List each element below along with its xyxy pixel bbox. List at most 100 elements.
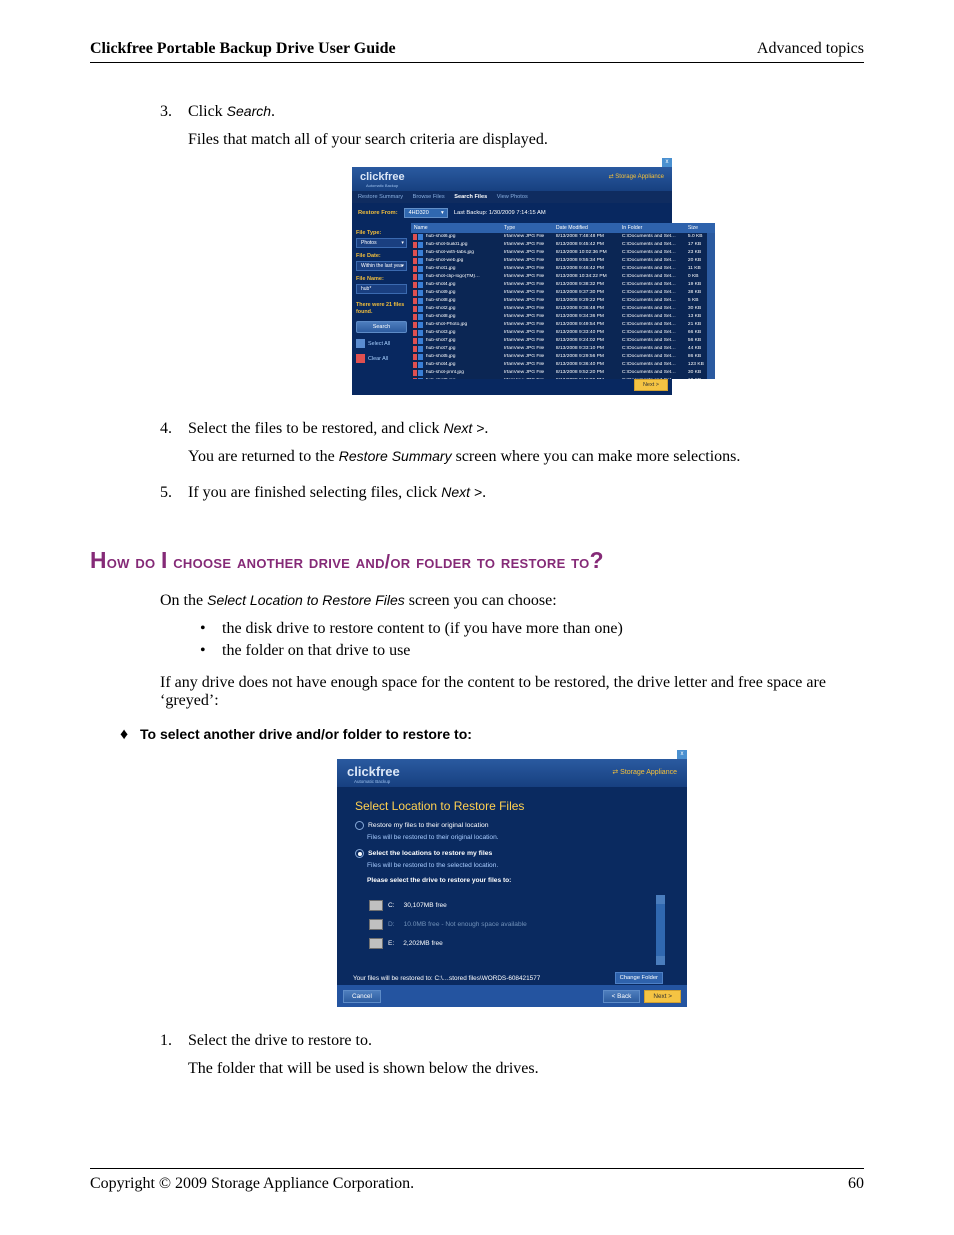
search-sidebar: File Type: Photos File Date: Within the … [352,223,411,385]
step-5: If you are finished selecting files, cli… [160,484,864,502]
table-row[interactable]: hub-shot-build1.jpgIrfanView JPG File8/1… [411,241,707,249]
step1b-para: The folder that will be used is shown be… [188,1060,864,1078]
table-row[interactable]: hub-shot4.jpgIrfanView JPG File8/13/2008… [411,281,707,289]
select-location-term: Select Location to Restore Files [207,592,405,608]
back-button[interactable]: < Back [603,990,641,1003]
header-type[interactable]: Type [501,223,553,233]
step3-text-b: . [271,103,275,120]
step-3: Click Search. Files that match all of yo… [160,103,864,149]
please-select: Please select the drive to restore your … [337,875,687,890]
step4-term: Next > [443,420,484,436]
table-row[interactable]: hub-shot-with-tabs.jpgIrfanView JPG File… [411,249,707,257]
header-title: Clickfree Portable Backup Drive User Gui… [90,40,396,58]
checkbox-icon [356,339,365,348]
file-type-label: File Type: [356,230,407,236]
step-4: Select the files to be restored, and cli… [160,420,864,466]
screenshot-select-location: x clickfree Automatic Backup ⇄ Storage A… [337,759,687,1007]
page-header: Clickfree Portable Backup Drive User Gui… [90,40,864,63]
header-size[interactable]: Size [685,223,715,233]
header-section: Advanced topics [757,40,864,58]
step5-text-b: . [482,484,486,501]
header-folder[interactable]: In Folder [619,223,685,233]
desc-original: Files will be restored to their original… [337,832,687,847]
table-row[interactable]: hub-shot2.jpgIrfanView JPG File8/13/2008… [411,305,707,313]
drive-row[interactable]: C:30,107MB free [367,896,656,915]
drive-icon [369,938,383,949]
radio-icon [355,849,364,858]
header-name[interactable]: Name [411,223,501,233]
last-backup-label: Last Backup: 1/30/2009 7:14:15 AM [454,210,546,216]
copyright: Copyright © 2009 Storage Appliance Corpo… [90,1175,414,1193]
storage-logo: ⇄ Storage Appliance [612,768,677,776]
step4-text-a: Select the files to be restored, and cli… [188,420,443,437]
drive-list[interactable]: C:30,107MB freeD:10.0MB free - Not enoug… [367,896,665,964]
step3-term: Search [227,103,271,119]
bullet-drive: the disk drive to restore content to (if… [200,620,864,638]
file-type-dropdown[interactable]: Photos [356,238,407,248]
cancel-button[interactable]: Cancel [343,990,381,1003]
next-button[interactable]: Next > [644,990,681,1003]
table-row[interactable]: hub-shot3.jpgIrfanView JPG File8/13/2008… [411,329,707,337]
radio-original[interactable]: Restore my files to their original locat… [337,819,687,832]
table-row[interactable]: hub-shot1.jpgIrfanView JPG File8/13/2008… [411,265,707,273]
choose-bullets: the disk drive to restore content to (if… [200,620,864,660]
table-row[interactable]: hub-shot6.jpgIrfanView JPG File8/13/2008… [411,233,707,241]
table-row[interactable]: hub-shot-web.jpgIrfanView JPG File8/13/2… [411,257,707,265]
content: Click Search. Files that match all of yo… [160,103,864,502]
radio-icon [355,821,364,830]
table-row[interactable]: hub-shot8.jpgIrfanView JPG File8/13/2008… [411,313,707,321]
table-row[interactable]: hub-shot7.jpgIrfanView JPG File8/13/2008… [411,345,707,353]
tabs: Restore Summary Browse Files Search File… [352,191,672,203]
table-row[interactable]: hub-shot-Photo.jpgIrfanView JPG File8/13… [411,321,707,329]
table-row[interactable]: hub-shot-print.jpgIrfanView JPG File8/13… [411,369,707,377]
drive-icon [369,900,383,911]
step5-term: Next > [441,484,482,500]
table-row[interactable]: hub-shot4.jpgIrfanView JPG File8/13/2008… [411,361,707,369]
clickfree-subtitle: Automatic Backup [352,183,672,188]
table-header: Name Type Date Modified In Folder Size [411,223,715,233]
change-folder-button[interactable]: Change Folder [615,972,663,984]
step4-para: You are returned to the Restore Summary … [188,448,864,466]
greyed-para: If any drive does not have enough space … [160,674,864,710]
close-icon[interactable]: x [677,750,687,759]
files-found-label: There were 21 files found. [356,302,407,316]
next-button[interactable]: Next > [634,379,668,391]
section-heading: How do I choose another drive and/or fol… [90,547,864,574]
screenshot-search-results: x clickfree Automatic Backup ⇄ Storage A… [352,167,672,395]
close-icon[interactable]: x [662,158,672,167]
file-date-label: File Date: [356,253,407,259]
tab-search-files[interactable]: Search Files [454,194,487,200]
table-row[interactable]: hub-shot7.jpgIrfanView JPG File8/13/2008… [411,337,707,345]
restore-from-row: Restore From: 4HD320 Last Backup: 1/30/2… [352,203,672,223]
tab-browse-files[interactable]: Browse Files [413,194,445,200]
table-row[interactable]: hub-shot5.jpgIrfanView JPG File8/13/2008… [411,353,707,361]
select-all-button[interactable]: Select All [356,339,407,348]
file-date-dropdown[interactable]: Within the last yea [356,261,407,271]
radio-select[interactable]: Select the locations to restore my files [337,847,687,860]
tab-restore-summary[interactable]: Restore Summary [358,194,403,200]
restore-path: Your files will be restored to: C:\…stor… [353,975,540,982]
header-date[interactable]: Date Modified [553,223,619,233]
desc-select: Files will be restored to the selected l… [337,860,687,875]
file-name-input[interactable]: hub* [356,284,407,294]
table-row[interactable]: hub-shot-clip-logo(TM)…IrfanView JPG Fil… [411,273,707,281]
drive-row[interactable]: D:10.0MB free - Not enough space availab… [367,915,656,934]
search-button[interactable]: Search [356,321,407,333]
file-name-label: File Name: [356,276,407,282]
step3-text-a: Click [188,103,227,120]
bullet-folder: the folder on that drive to use [200,642,864,660]
table-row[interactable]: hub-shot8.jpgIrfanView JPG File8/13/2008… [411,297,707,305]
drive-row[interactable]: E:2,202MB free [367,934,656,953]
title-bar: clickfree Automatic Backup ⇄ Storage App… [352,167,672,191]
step5-text-a: If you are finished selecting files, cli… [188,484,441,501]
diamond-text: To select another drive and/or folder to… [140,726,472,742]
step3-para: Files that match all of your search crit… [188,131,864,149]
results-table: Name Type Date Modified In Folder Size h… [411,223,715,385]
step4-text-b: . [484,420,488,437]
page-number: 60 [848,1175,864,1193]
tab-view-photos[interactable]: View Photos [497,194,528,200]
clear-all-button[interactable]: Clear All [356,354,407,363]
table-row[interactable]: hub-shot9.jpgIrfanView JPG File8/13/2008… [411,289,707,297]
restore-from-dropdown[interactable]: 4HD320 [404,208,448,218]
restore-from-label: Restore From: [358,210,398,216]
